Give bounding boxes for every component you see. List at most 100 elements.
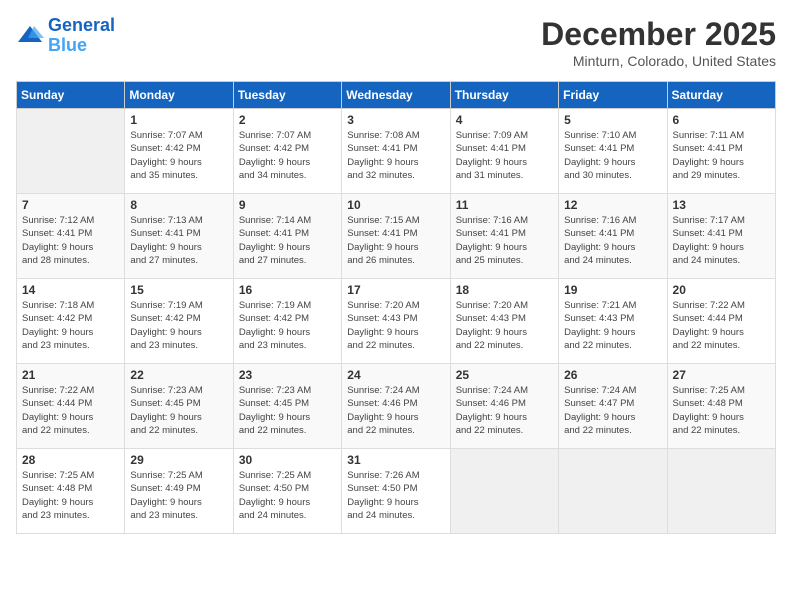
day-info: Sunrise: 7:12 AMSunset: 4:41 PMDaylight:… (22, 214, 119, 267)
day-info: Sunrise: 7:07 AMSunset: 4:42 PMDaylight:… (130, 129, 227, 182)
day-cell: 13 Sunrise: 7:17 AMSunset: 4:41 PMDayligh… (667, 194, 775, 279)
day-cell: 4 Sunrise: 7:09 AMSunset: 4:41 PMDaylight… (450, 109, 558, 194)
day-info: Sunrise: 7:25 AMSunset: 4:49 PMDaylight:… (130, 469, 227, 522)
day-cell (667, 449, 775, 534)
day-info: Sunrise: 7:08 AMSunset: 4:41 PMDaylight:… (347, 129, 444, 182)
day-info: Sunrise: 7:17 AMSunset: 4:41 PMDaylight:… (673, 214, 770, 267)
day-cell: 30 Sunrise: 7:25 AMSunset: 4:50 PMDayligh… (233, 449, 341, 534)
day-number: 17 (347, 283, 444, 297)
header-cell-wednesday: Wednesday (342, 82, 450, 109)
day-cell: 21Sunrise: 7:22 AMSunset: 4:44 PMDayligh… (17, 364, 125, 449)
day-number: 25 (456, 368, 553, 382)
day-number: 11 (456, 198, 553, 212)
day-cell: 22 Sunrise: 7:23 AMSunset: 4:45 PMDayligh… (125, 364, 233, 449)
day-number: 31 (347, 453, 444, 467)
day-number: 26 (564, 368, 661, 382)
day-info: Sunrise: 7:16 AMSunset: 4:41 PMDaylight:… (564, 214, 661, 267)
week-row-5: 28 Sunrise: 7:25 AMSunset: 4:48 PMDayligh… (17, 449, 776, 534)
day-number: 21 (22, 368, 119, 382)
header-cell-friday: Friday (559, 82, 667, 109)
day-cell: 24 Sunrise: 7:24 AMSunset: 4:46 PMDayligh… (342, 364, 450, 449)
day-cell: 20Sunrise: 7:22 AMSunset: 4:44 PMDayligh… (667, 279, 775, 364)
day-cell: 19Sunrise: 7:21 AMSunset: 4:43 PMDayligh… (559, 279, 667, 364)
day-cell: 12 Sunrise: 7:16 AMSunset: 4:41 PMDayligh… (559, 194, 667, 279)
day-cell: 6 Sunrise: 7:11 AMSunset: 4:41 PMDaylight… (667, 109, 775, 194)
day-number: 23 (239, 368, 336, 382)
day-number: 15 (130, 283, 227, 297)
day-number: 20 (673, 283, 770, 297)
day-cell: 2 Sunrise: 7:07 AMSunset: 4:42 PMDaylight… (233, 109, 341, 194)
day-number: 3 (347, 113, 444, 127)
day-info: Sunrise: 7:23 AMSunset: 4:45 PMDaylight:… (130, 384, 227, 437)
day-cell: 18Sunrise: 7:20 AMSunset: 4:43 PMDayligh… (450, 279, 558, 364)
calendar-table: SundayMondayTuesdayWednesdayThursdayFrid… (16, 81, 776, 534)
day-cell: 28 Sunrise: 7:25 AMSunset: 4:48 PMDayligh… (17, 449, 125, 534)
logo-icon (16, 22, 44, 50)
day-cell (559, 449, 667, 534)
day-number: 16 (239, 283, 336, 297)
day-cell: 8Sunrise: 7:13 AMSunset: 4:41 PMDaylight… (125, 194, 233, 279)
day-number: 13 (673, 198, 770, 212)
day-number: 9 (239, 198, 336, 212)
day-cell: 27 Sunrise: 7:25 AMSunset: 4:48 PMDayligh… (667, 364, 775, 449)
day-number: 10 (347, 198, 444, 212)
day-info: Sunrise: 7:18 AMSunset: 4:42 PMDaylight:… (22, 299, 119, 352)
title-area: December 2025 Minturn, Colorado, United … (541, 16, 776, 69)
day-number: 22 (130, 368, 227, 382)
day-number: 24 (347, 368, 444, 382)
day-cell: 11Sunrise: 7:16 AMSunset: 4:41 PMDayligh… (450, 194, 558, 279)
day-number: 6 (673, 113, 770, 127)
day-number: 7 (22, 198, 119, 212)
day-cell (17, 109, 125, 194)
day-number: 8 (130, 198, 227, 212)
day-cell: 23Sunrise: 7:23 AMSunset: 4:45 PMDayligh… (233, 364, 341, 449)
logo-text: General Blue (48, 16, 115, 56)
day-info: Sunrise: 7:26 AMSunset: 4:50 PMDaylight:… (347, 469, 444, 522)
day-info: Sunrise: 7:25 AMSunset: 4:48 PMDaylight:… (22, 469, 119, 522)
day-cell: 29 Sunrise: 7:25 AMSunset: 4:49 PMDayligh… (125, 449, 233, 534)
day-cell: 5 Sunrise: 7:10 AMSunset: 4:41 PMDaylight… (559, 109, 667, 194)
day-cell: 17Sunrise: 7:20 AMSunset: 4:43 PMDayligh… (342, 279, 450, 364)
day-number: 4 (456, 113, 553, 127)
day-info: Sunrise: 7:10 AMSunset: 4:41 PMDaylight:… (564, 129, 661, 182)
day-number: 2 (239, 113, 336, 127)
day-number: 12 (564, 198, 661, 212)
header-cell-monday: Monday (125, 82, 233, 109)
header-cell-thursday: Thursday (450, 82, 558, 109)
day-number: 27 (673, 368, 770, 382)
day-info: Sunrise: 7:25 AMSunset: 4:50 PMDaylight:… (239, 469, 336, 522)
day-number: 14 (22, 283, 119, 297)
header-row: SundayMondayTuesdayWednesdayThursdayFrid… (17, 82, 776, 109)
day-info: Sunrise: 7:09 AMSunset: 4:41 PMDaylight:… (456, 129, 553, 182)
calendar-subtitle: Minturn, Colorado, United States (541, 53, 776, 69)
day-info: Sunrise: 7:19 AMSunset: 4:42 PMDaylight:… (239, 299, 336, 352)
day-cell: 9 Sunrise: 7:14 AMSunset: 4:41 PMDaylight… (233, 194, 341, 279)
day-number: 1 (130, 113, 227, 127)
day-info: Sunrise: 7:11 AMSunset: 4:41 PMDaylight:… (673, 129, 770, 182)
day-cell: 25 Sunrise: 7:24 AMSunset: 4:46 PMDayligh… (450, 364, 558, 449)
day-cell: 15 Sunrise: 7:19 AMSunset: 4:42 PMDayligh… (125, 279, 233, 364)
header-cell-sunday: Sunday (17, 82, 125, 109)
week-row-3: 14 Sunrise: 7:18 AMSunset: 4:42 PMDayligh… (17, 279, 776, 364)
day-info: Sunrise: 7:19 AMSunset: 4:42 PMDaylight:… (130, 299, 227, 352)
day-info: Sunrise: 7:24 AMSunset: 4:46 PMDaylight:… (456, 384, 553, 437)
day-number: 18 (456, 283, 553, 297)
week-row-1: 1 Sunrise: 7:07 AMSunset: 4:42 PMDaylight… (17, 109, 776, 194)
day-cell: 1 Sunrise: 7:07 AMSunset: 4:42 PMDaylight… (125, 109, 233, 194)
day-info: Sunrise: 7:24 AMSunset: 4:47 PMDaylight:… (564, 384, 661, 437)
header: General Blue December 2025 Minturn, Colo… (16, 16, 776, 69)
day-number: 28 (22, 453, 119, 467)
day-info: Sunrise: 7:25 AMSunset: 4:48 PMDaylight:… (673, 384, 770, 437)
week-row-2: 7 Sunrise: 7:12 AMSunset: 4:41 PMDaylight… (17, 194, 776, 279)
day-number: 19 (564, 283, 661, 297)
day-info: Sunrise: 7:15 AMSunset: 4:41 PMDaylight:… (347, 214, 444, 267)
day-cell: 14 Sunrise: 7:18 AMSunset: 4:42 PMDayligh… (17, 279, 125, 364)
day-number: 29 (130, 453, 227, 467)
header-cell-tuesday: Tuesday (233, 82, 341, 109)
calendar-title: December 2025 (541, 16, 776, 53)
day-info: Sunrise: 7:07 AMSunset: 4:42 PMDaylight:… (239, 129, 336, 182)
day-number: 5 (564, 113, 661, 127)
day-info: Sunrise: 7:24 AMSunset: 4:46 PMDaylight:… (347, 384, 444, 437)
day-number: 30 (239, 453, 336, 467)
day-info: Sunrise: 7:14 AMSunset: 4:41 PMDaylight:… (239, 214, 336, 267)
